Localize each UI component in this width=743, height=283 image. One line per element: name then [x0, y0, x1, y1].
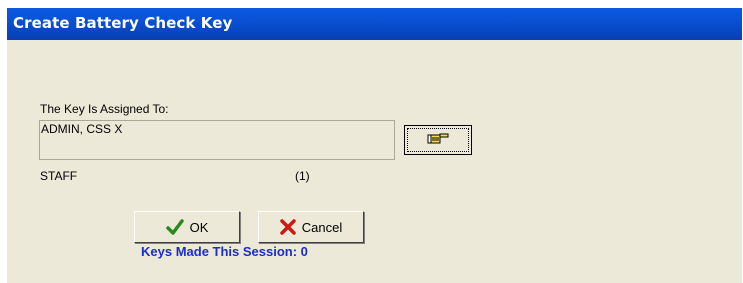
ok-button[interactable]: OK — [134, 211, 240, 243]
assigned-to-label: The Key Is Assigned To: — [40, 102, 169, 116]
lookup-button[interactable] — [404, 125, 472, 155]
lookup-focus-rect — [407, 128, 469, 152]
window-title: Create Battery Check Key — [13, 14, 233, 32]
dialog-window: Create Battery Check Key The Key Is Assi… — [7, 8, 742, 283]
session-status: Keys Made This Session: 0 — [141, 244, 308, 259]
checkmark-icon — [165, 219, 184, 235]
cancel-label: Cancel — [301, 219, 343, 235]
cancel-button[interactable]: Cancel — [258, 211, 364, 243]
hand-pointer-icon — [427, 130, 449, 150]
assignee-role: STAFF — [40, 169, 78, 183]
assignee-field: ADMIN, CSS X — [39, 120, 395, 160]
assignee-count: (1) — [295, 169, 310, 183]
x-icon — [280, 219, 296, 235]
ok-label: OK — [189, 219, 209, 235]
title-bar[interactable]: Create Battery Check Key — [7, 8, 742, 40]
assignee-name: ADMIN, CSS X — [41, 122, 123, 136]
